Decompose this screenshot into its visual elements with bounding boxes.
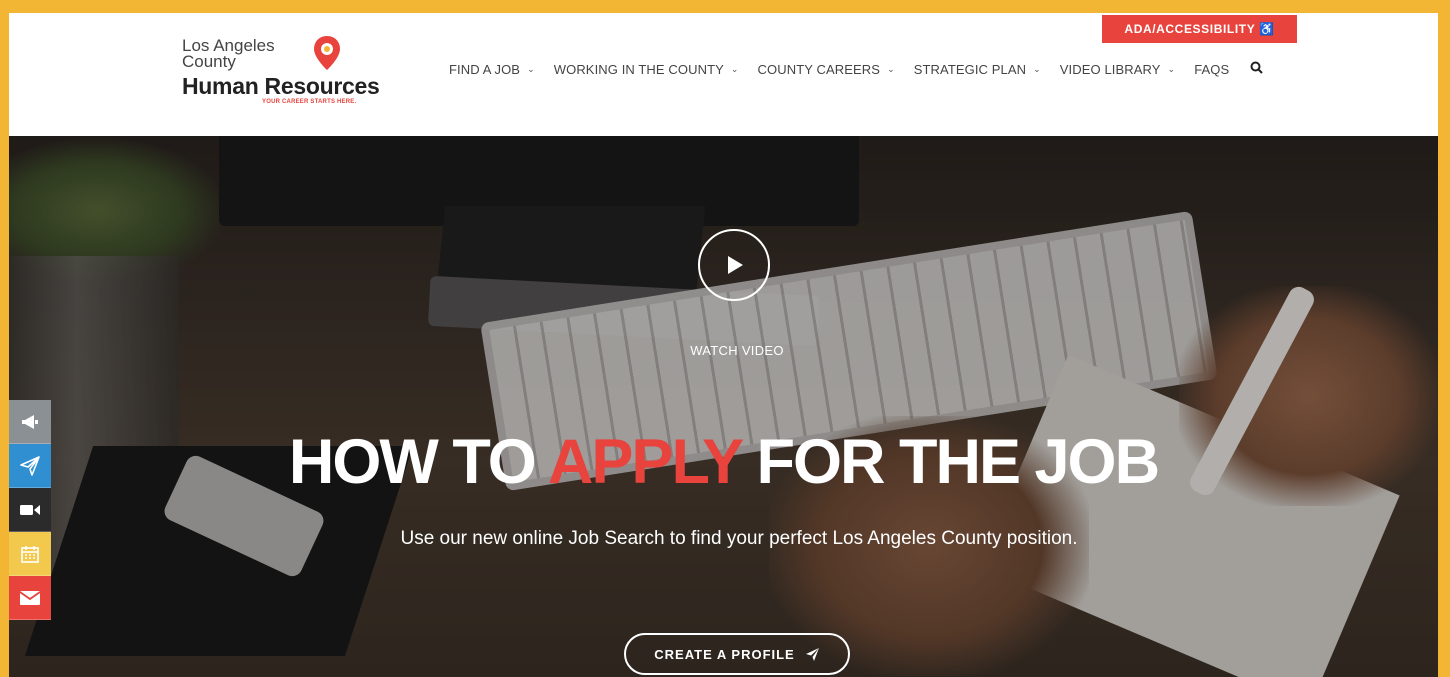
nav-item-label: WORKING IN THE COUNTY <box>553 61 724 77</box>
chevron-down-icon: ⌄ <box>730 63 739 74</box>
hero-overlay <box>9 136 1438 677</box>
headline-part-1: HOW TO <box>288 427 548 497</box>
chevron-down-icon: ⌄ <box>1033 63 1041 74</box>
hero-headline: HOW TO APPLY FOR THE JOB <box>9 426 1438 498</box>
nav-item-label: STRATEGIC PLAN <box>913 61 1027 77</box>
watch-video-label[interactable]: WATCH VIDEO <box>637 343 837 358</box>
envelope-icon[interactable] <box>9 576 51 620</box>
chevron-down-icon: ⌄ <box>527 63 535 74</box>
logo-tagline: YOUR CAREER STARTS HERE. <box>262 99 357 105</box>
nav-item-working-in-the-county[interactable]: WORKING IN THE COUNTY ⌄ <box>554 62 739 77</box>
nav-item-label: VIDEO LIBRARY <box>1059 61 1161 77</box>
nav-item-find-a-job[interactable]: FIND A JOB ⌄ <box>449 62 535 77</box>
browser-frame: Los Angeles County Human Resources YOUR … <box>9 13 1438 677</box>
nav-item-label: FAQS <box>1194 61 1230 77</box>
chevron-down-icon: ⌄ <box>1167 63 1176 74</box>
nav-item-label: COUNTY CAREERS <box>757 61 881 77</box>
logo-line-county: County <box>182 52 236 71</box>
main-navigation: FIND A JOB ⌄ WORKING IN THE COUNTY ⌄ COUNT… <box>449 59 1263 79</box>
nav-item-county-careers[interactable]: COUNTY CAREERS ⌄ <box>758 62 895 77</box>
search-icon[interactable] <box>1250 61 1263 77</box>
nav-item-strategic-plan[interactable]: STRATEGIC PLAN ⌄ <box>914 62 1041 77</box>
create-profile-label: CREATE A PROFILE <box>654 646 795 662</box>
headline-accent: APPLY <box>547 427 743 497</box>
headline-part-2: FOR THE JOB <box>741 427 1161 497</box>
hero-subheadline: Use our new online Job Search to find yo… <box>400 528 1078 549</box>
create-profile-button[interactable]: CREATE A PROFILE <box>624 633 850 675</box>
site-logo[interactable]: Los Angeles County Human Resources YOUR … <box>182 35 422 107</box>
site-header: Los Angeles County Human Resources YOUR … <box>9 13 1438 136</box>
video-camera-icon[interactable] <box>9 488 51 532</box>
chevron-down-icon: ⌄ <box>887 63 895 74</box>
location-pin-icon <box>314 36 340 70</box>
paper-plane-icon[interactable] <box>9 444 51 488</box>
side-toolbar <box>9 400 51 620</box>
hero-banner: WATCH VIDEO HOW TO APPLY FOR THE JOB Use… <box>9 136 1438 677</box>
nav-item-label: FIND A JOB <box>449 61 521 77</box>
nav-item-faqs[interactable]: FAQS <box>1194 62 1229 77</box>
ada-accessibility-button[interactable]: ADA/ACCESSIBILITY ♿ <box>1102 15 1297 43</box>
megaphone-icon[interactable] <box>9 400 51 444</box>
logo-line-human-resources: Human Resources <box>182 73 380 99</box>
nav-item-video-library[interactable]: VIDEO LIBRARY ⌄ <box>1060 62 1175 77</box>
paper-plane-icon <box>805 647 819 661</box>
play-video-button[interactable] <box>698 229 770 301</box>
calendar-icon[interactable] <box>9 532 51 576</box>
play-icon <box>728 256 743 274</box>
